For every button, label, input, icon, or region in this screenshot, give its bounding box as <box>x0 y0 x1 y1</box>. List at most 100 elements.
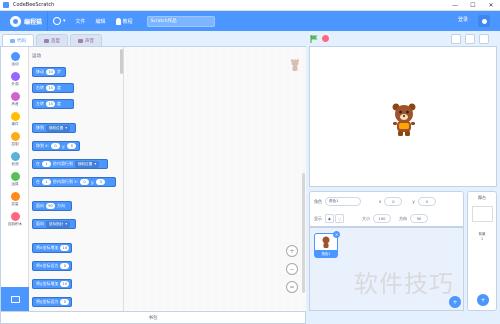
y-field[interactable]: 0 <box>417 197 436 206</box>
category-label: 运动 <box>11 62 19 66</box>
block-input[interactable]: 10 <box>46 69 55 75</box>
show-toggle[interactable]: ◉ <box>325 214 334 223</box>
project-title-input[interactable]: Scratch作品 <box>146 15 215 27</box>
sprite-card[interactable]: 角色1 ✕ <box>314 231 340 258</box>
delete-sprite-icon[interactable]: ✕ <box>333 231 340 238</box>
window-titlebar: CodeBeeScratch — ☐ ✕ <box>0 0 500 11</box>
category-dot-icon <box>10 172 20 181</box>
block-input[interactable]: 10 <box>60 281 70 287</box>
block-input[interactable]: 0 <box>67 143 77 149</box>
direction-field[interactable]: 90 <box>410 214 428 223</box>
add-extension-button[interactable] <box>1 287 29 312</box>
motion-block[interactable]: 面向 90 方向 <box>32 201 72 211</box>
block-dropdown[interactable]: 随机位置 ▾ <box>46 124 71 132</box>
block-input[interactable]: 90 <box>46 203 55 209</box>
block-text: 将x坐标增加 <box>36 245 59 250</box>
sprite-bear[interactable] <box>390 102 418 138</box>
block-input[interactable]: 1 <box>42 179 51 185</box>
block-input[interactable]: 15 <box>46 85 55 91</box>
menu-tutorials[interactable]: 教程 <box>115 17 133 25</box>
category-2[interactable]: 声音 <box>1 92 29 107</box>
block-dropdown[interactable]: 随机位置 ▾ <box>75 160 100 168</box>
show-label: 显示 <box>314 215 322 221</box>
login-link[interactable]: 登录 <box>458 16 468 23</box>
small-stage-button[interactable] <box>451 34 461 44</box>
category-label: 声音 <box>11 102 19 106</box>
category-label: 控制 <box>11 142 19 146</box>
window-controls: — ☐ ✕ <box>446 0 500 11</box>
motion-block[interactable]: 将y坐标设为 0 <box>32 297 72 307</box>
tab-code[interactable]: 代码 <box>2 34 34 46</box>
motion-block[interactable]: 在 1 秒内滑行到 随机位置 ▾ <box>32 159 108 169</box>
block-text: 度 <box>57 101 61 106</box>
block-input[interactable]: 0 <box>60 263 70 269</box>
category-0[interactable]: 运动 <box>1 52 29 67</box>
logo[interactable]: 编程猫 <box>10 15 42 27</box>
category-8[interactable]: 自制积木 <box>1 212 29 227</box>
stage-canvas[interactable] <box>309 46 497 187</box>
category-7[interactable]: 变量 <box>1 192 29 207</box>
category-4[interactable]: 控制 <box>1 132 29 147</box>
tab-sounds[interactable]: 声音 <box>70 34 102 46</box>
x-field[interactable]: 0 <box>384 197 403 206</box>
account-button[interactable] <box>478 15 490 27</box>
backpack-bar[interactable]: 书包 <box>0 311 306 324</box>
backpack-label: 书包 <box>148 315 158 321</box>
stop-icon[interactable] <box>322 35 329 42</box>
script-workspace[interactable]: + − = <box>124 47 306 312</box>
motion-block[interactable]: 将x坐标设为 0 <box>32 261 72 271</box>
motion-block[interactable]: 将x坐标增加 10 <box>32 243 72 253</box>
size-field[interactable]: 100 <box>373 214 391 223</box>
zoom-reset-button[interactable]: = <box>286 281 298 293</box>
hide-toggle[interactable]: ◌ <box>335 214 344 223</box>
sprite-card-label: 角色1 <box>315 250 337 257</box>
workspace-scrollbar[interactable] <box>302 173 305 293</box>
category-dot-icon <box>10 92 20 101</box>
block-dropdown[interactable]: 鼠标指针 ▾ <box>46 220 71 228</box>
motion-block[interactable]: 移到 x: 0 y: 0 <box>32 141 80 151</box>
zoom-out-button[interactable]: − <box>286 263 298 275</box>
block-input[interactable]: 0 <box>51 143 60 149</box>
sprite-name-field[interactable]: 角色1 <box>325 197 361 206</box>
motion-block[interactable]: 右转 15 度 <box>32 83 74 93</box>
motion-block[interactable]: 移动 10 步 <box>32 67 66 77</box>
category-1[interactable]: 外观 <box>1 72 29 87</box>
fullscreen-button[interactable] <box>479 34 489 44</box>
motion-block[interactable]: 在 1 秒内滑行到 x: 0 y: 0 <box>32 177 116 187</box>
block-palette: 运动 移动 10 步右转 15 度左转 15 度移到 随机位置 ▾ 移到 x: 0 y: 0 在 1 秒内滑行… <box>29 47 124 312</box>
block-input[interactable]: 1 <box>42 161 51 167</box>
block-text: 在 <box>36 179 40 184</box>
block-input[interactable]: 15 <box>46 101 55 107</box>
stage-selector[interactable]: 舞台 背景 1 + <box>467 191 497 311</box>
motion-block[interactable]: 将y坐标增加 10 <box>32 279 72 289</box>
motion-block[interactable]: 左转 15 度 <box>32 99 74 109</box>
category-6[interactable]: 运算 <box>1 172 29 187</box>
block-dropdown-value: 随机位置 <box>78 161 93 166</box>
block-text: 度 <box>57 85 61 90</box>
palette-scrollbar[interactable] <box>120 49 123 74</box>
category-3[interactable]: 事件 <box>1 112 29 127</box>
motion-block[interactable]: 面向 鼠标指针 ▾ <box>32 219 76 229</box>
large-stage-button[interactable] <box>465 34 475 44</box>
tab-costumes[interactable]: 造型 <box>36 34 68 46</box>
close-window-button[interactable]: ✕ <box>482 0 500 11</box>
block-input[interactable]: 0 <box>96 179 106 185</box>
stage-pane-title: 舞台 <box>478 195 486 200</box>
maximize-button[interactable]: ☐ <box>464 0 482 11</box>
zoom-in-button[interactable]: + <box>286 245 298 257</box>
motion-block[interactable]: 移到 随机位置 ▾ <box>32 123 76 133</box>
minimize-button[interactable]: — <box>446 0 464 11</box>
category-5[interactable]: 侦测 <box>1 152 29 167</box>
add-backdrop-button[interactable]: + <box>477 294 489 306</box>
language-menu[interactable]: ▾ <box>53 17 66 25</box>
menu-file[interactable]: 文件 <box>76 18 86 25</box>
menu-edit[interactable]: 编辑 <box>96 18 106 25</box>
category-dot-icon <box>10 152 20 161</box>
block-input[interactable]: 10 <box>60 245 70 251</box>
block-input[interactable]: 0 <box>60 299 70 305</box>
user-icon <box>481 18 487 24</box>
palette-heading: 运动 <box>32 54 41 59</box>
block-input[interactable]: 0 <box>80 179 89 185</box>
green-flag-icon[interactable] <box>310 35 318 43</box>
category-dot-icon <box>10 132 20 141</box>
